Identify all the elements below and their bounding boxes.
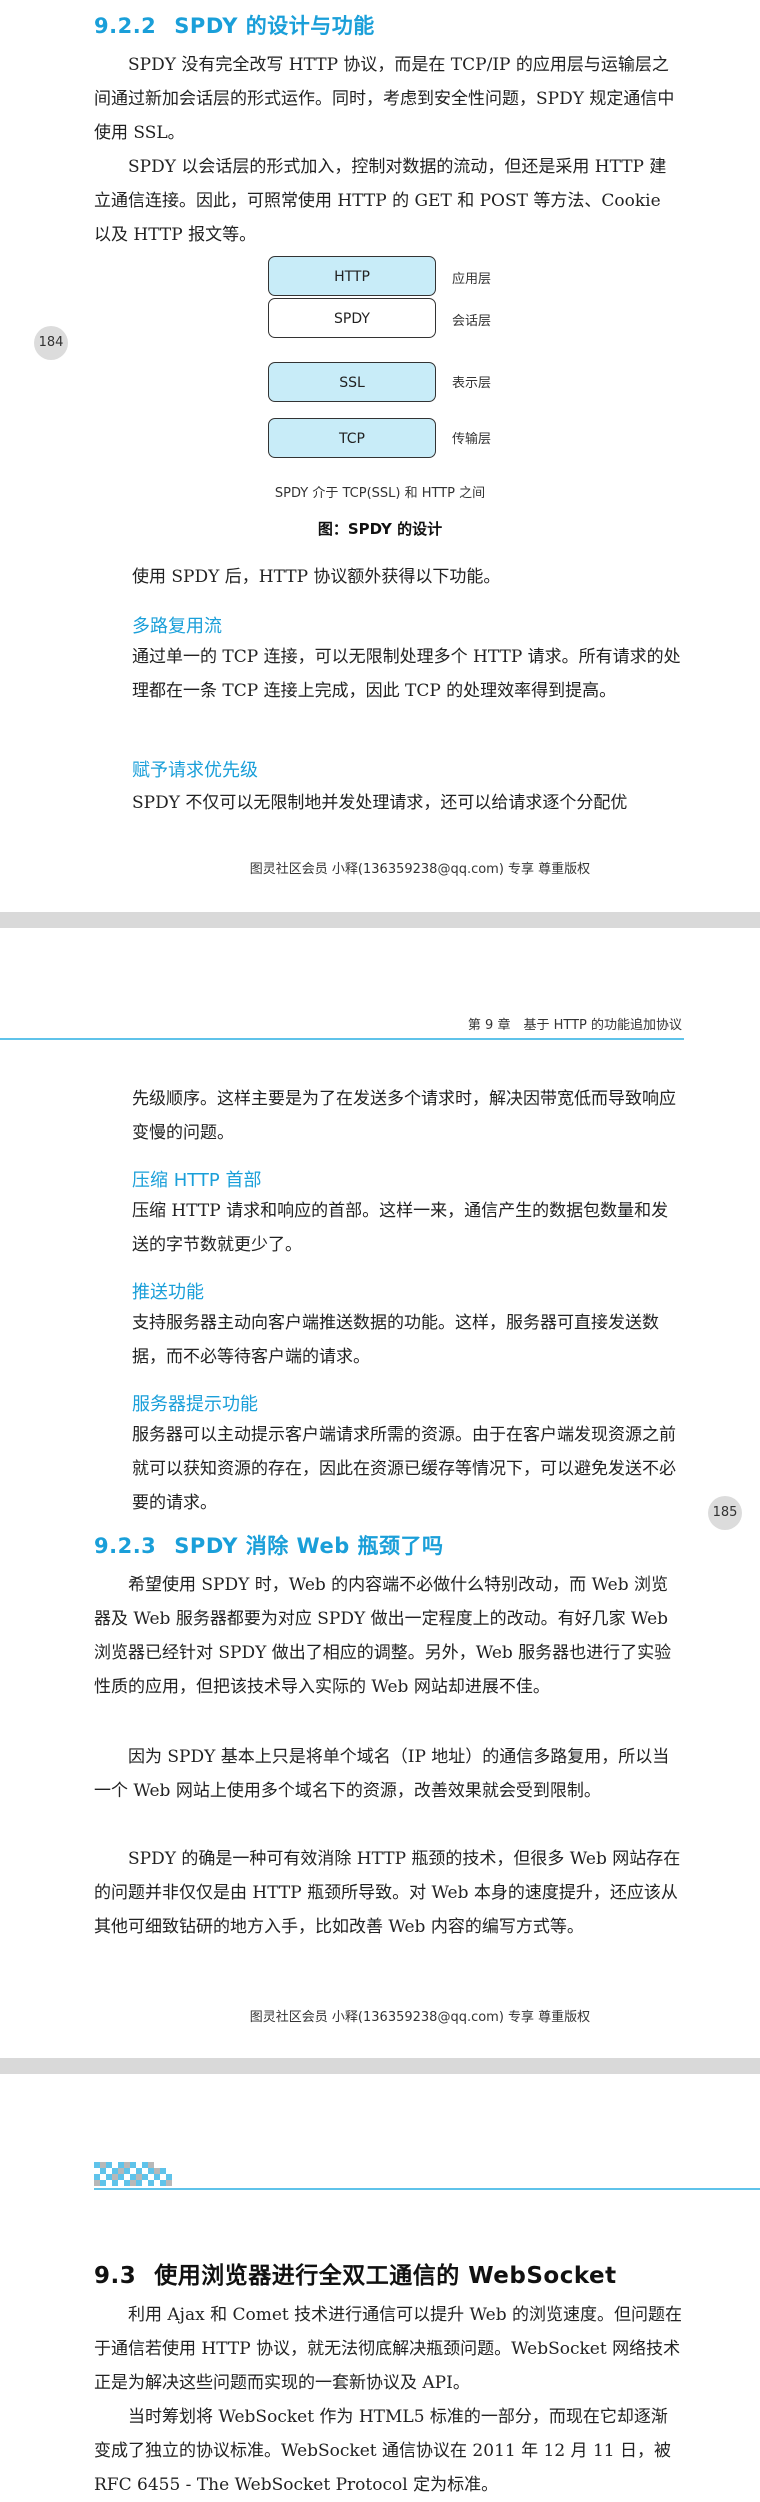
layer-label: 应用层: [452, 272, 492, 287]
feature-body: 压缩 HTTP 请求和响应的首部。这样一来，通信产生的数据包数量和发送的字节数就…: [132, 1201, 669, 1255]
paragraph: 利用 Ajax 和 Comet 技术进行通信可以提升 Web 的浏览速度。但问题…: [94, 2305, 682, 2393]
layer-ssl: SSL: [268, 362, 436, 402]
section-number: 9.2.2: [94, 14, 157, 38]
diagram-note: SPDY 介于 TCP(SSL) 和 HTTP 之间: [274, 486, 486, 501]
paragraph: SPDY 没有完全改写 HTTP 协议，而是在 TCP/IP 的应用层与运输层之…: [94, 55, 675, 143]
paragraph: 因为 SPDY 基本上只是将单个域名（IP 地址）的通信多路复用，所以当一个 W…: [94, 1747, 670, 1801]
paragraph: SPDY 的确是一种可有效消除 HTTP 瓶颈的技术，但很多 Web 网站存在的…: [94, 1849, 681, 1937]
section-rule: [94, 2188, 760, 2190]
checker-decoration-icon: [94, 2162, 172, 2186]
chapter-header: 第 9 章 基于 HTTP 的功能追加协议: [467, 1018, 682, 1033]
section-heading-9-2-2: 9.2.2 SPDY 的设计与功能: [94, 10, 375, 40]
paragraph: 使用 SPDY 后，HTTP 协议额外获得以下功能。: [132, 567, 501, 587]
page-section-9-3: 9.3 使用浏览器进行全双工通信的 WebSocket 利用 Ajax 和 Com…: [0, 2074, 760, 2496]
feature-title: 赋予请求优先级: [132, 760, 258, 781]
section-title: SPDY 的设计与功能: [174, 14, 375, 38]
paragraph: SPDY 以会话层的形式加入，控制对数据的流动，但还是采用 HTTP 建立通信连…: [94, 157, 667, 245]
paragraph: 当时筹划将 WebSocket 作为 HTML5 标准的一部分，而现在它却逐渐变…: [94, 2407, 671, 2495]
copyright-footer: 图灵社区会员 小释(136359238@qq.com) 专享 尊重版权: [249, 2010, 591, 2025]
paragraph: 先级顺序。这样主要是为了在发送多个请求时，解决因带宽低而导致响应变慢的问题。: [132, 1089, 676, 1143]
feature-title: 服务器提示功能: [132, 1394, 258, 1415]
feature-title: 压缩 HTTP 首部: [132, 1170, 262, 1191]
section-title: 使用浏览器进行全双工通信的 WebSocket: [154, 2263, 617, 2289]
section-number: 9.3: [94, 2263, 137, 2289]
layer-http: HTTP: [268, 256, 436, 296]
layer-label: 传输层: [452, 432, 492, 447]
page-number: 184: [34, 326, 68, 360]
copyright-footer: 图灵社区会员 小释(136359238@qq.com) 专享 尊重版权: [249, 862, 591, 877]
section-heading-9-2-3: 9.2.3 SPDY 消除 Web 瓶颈了吗: [94, 1530, 444, 1560]
feature-body: 支持服务器主动向客户端推送数据的功能。这样，服务器可直接发送数据，而不必等待客户…: [132, 1313, 659, 1367]
feature-body: 通过单一的 TCP 连接，可以无限制处理多个 HTTP 请求。所有请求的处理都在…: [132, 647, 681, 701]
layer-tcp: TCP: [268, 418, 436, 458]
feature-title: 多路复用流: [132, 616, 222, 637]
layer-label: 会话层: [452, 314, 492, 329]
feature-title: 推送功能: [132, 1282, 204, 1303]
paragraph: 希望使用 SPDY 时，Web 的内容端不必做什么特别改动，而 Web 浏览器及…: [94, 1575, 672, 1697]
page-184: 9.2.2 SPDY 的设计与功能 SPDY 没有完全改写 HTTP 协议，而是在…: [0, 0, 760, 912]
layer-spdy: SPDY: [268, 298, 436, 338]
section-number: 9.2.3: [94, 1534, 157, 1558]
feature-body: 服务器可以主动提示客户端请求所需的资源。由于在客户端发现资源之前就可以获知资源的…: [132, 1425, 676, 1513]
page-185: 第 9 章 基于 HTTP 的功能追加协议 先级顺序。这样主要是为了在发送多个请…: [0, 928, 760, 2058]
figure-caption: 图：SPDY 的设计: [317, 520, 443, 538]
page-separator: [0, 2058, 760, 2074]
section-heading-9-3: 9.3 使用浏览器进行全双工通信的 WebSocket: [94, 2256, 617, 2290]
header-rule: [0, 1038, 684, 1040]
page-separator: [0, 912, 760, 928]
feature-body: SPDY 不仅可以无限制地并发处理请求，还可以给请求逐个分配优: [132, 793, 628, 813]
section-title: SPDY 消除 Web 瓶颈了吗: [174, 1534, 444, 1558]
page-number: 185: [708, 1496, 742, 1530]
layer-label: 表示层: [452, 376, 492, 391]
